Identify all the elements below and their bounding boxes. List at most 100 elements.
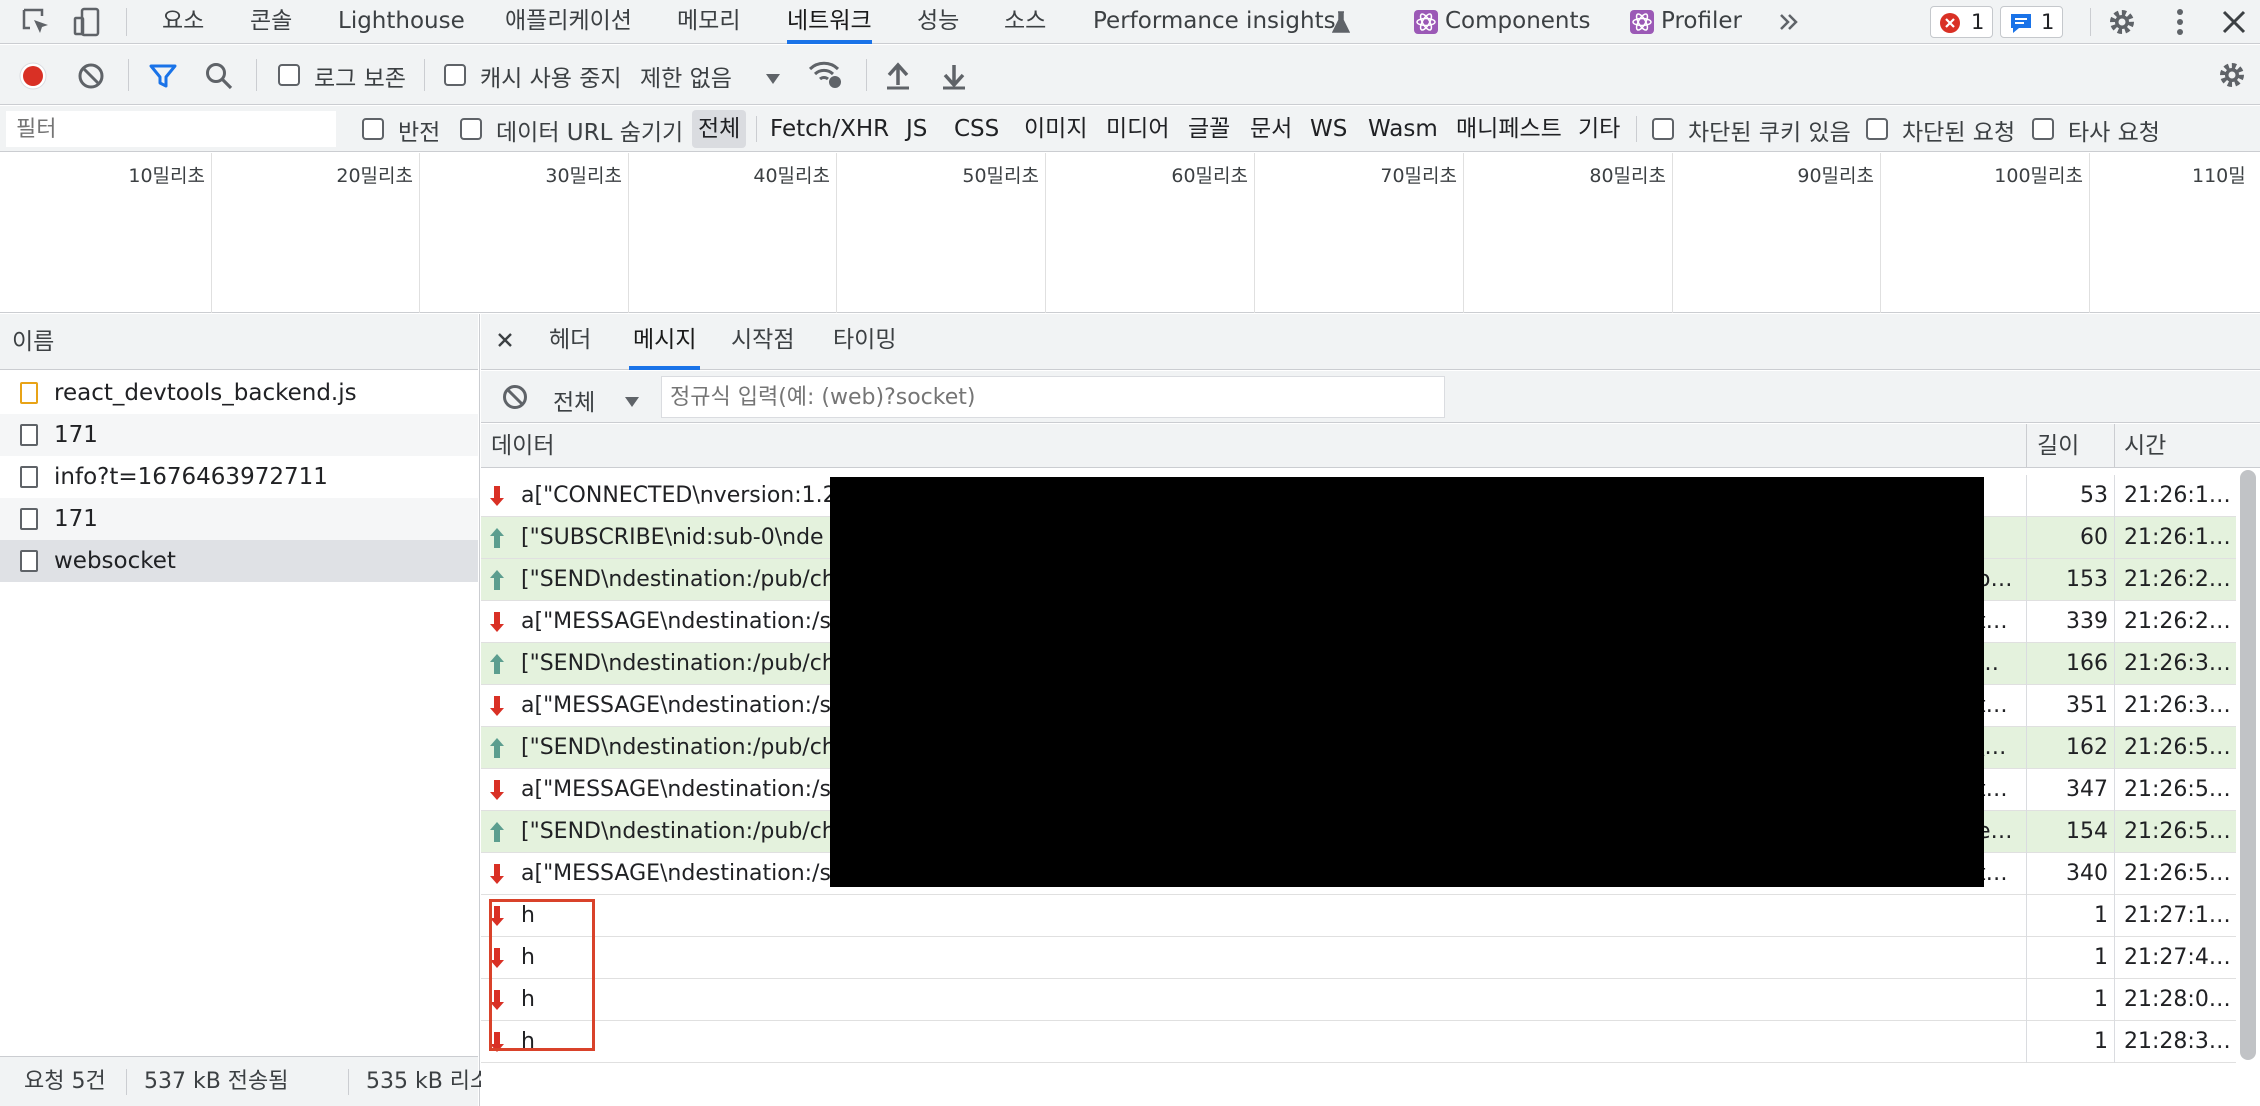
type-filter-images[interactable]: 이미지 bbox=[1024, 106, 1087, 152]
tab-application[interactable]: 애플리케이션 bbox=[505, 0, 632, 44]
type-filter-manifest[interactable]: 매니페스트 bbox=[1456, 106, 1562, 152]
tab-performance-insights[interactable]: Performance insights bbox=[1093, 0, 1336, 44]
type-filter-other[interactable]: 기타 bbox=[1578, 106, 1620, 152]
error-icon bbox=[1939, 12, 1961, 42]
toolbar-divider bbox=[2090, 8, 2091, 36]
tab-network[interactable]: 네트워크 bbox=[787, 0, 872, 44]
document-file-icon bbox=[20, 424, 38, 446]
message-length: 60 bbox=[2080, 525, 2108, 550]
import-har-icon[interactable] bbox=[884, 61, 912, 97]
name-column-header[interactable]: 이름 bbox=[0, 314, 478, 370]
tab-messages[interactable]: 메시지 bbox=[629, 314, 701, 370]
request-row[interactable]: 171 bbox=[0, 414, 478, 456]
timeline-gridline: 90밀리초 bbox=[1673, 153, 1881, 313]
blocked-requests-checkbox[interactable] bbox=[1866, 118, 1888, 140]
message-time: 21:26:5… bbox=[2124, 735, 2231, 760]
tab-components[interactable]: Components bbox=[1445, 0, 1591, 44]
third-party-label: 타사 요청 bbox=[2068, 120, 2160, 146]
type-filter-wasm[interactable]: Wasm bbox=[1368, 106, 1438, 152]
chevron-down-icon[interactable] bbox=[623, 390, 641, 415]
disable-cache-checkbox[interactable] bbox=[444, 64, 466, 86]
type-filter-ws[interactable]: WS bbox=[1310, 106, 1347, 152]
received-message-row[interactable]: h 1 21:28:0… bbox=[481, 979, 2236, 1021]
message-type-select[interactable]: 전체 bbox=[553, 383, 595, 417]
column-divider bbox=[2114, 853, 2115, 895]
tab-console[interactable]: 콘솔 bbox=[250, 0, 292, 44]
network-settings-gear-icon[interactable] bbox=[2216, 59, 2248, 97]
timeline-overview[interactable]: 10밀리초 20밀리초 30밀리초 40밀리초 50밀리초 60밀리초 70밀리… bbox=[0, 153, 2260, 313]
tab-initiator[interactable]: 시작점 bbox=[731, 314, 794, 370]
kebab-menu-icon[interactable] bbox=[2164, 6, 2196, 44]
clear-icon[interactable] bbox=[76, 61, 106, 97]
request-count: 요청 5건 bbox=[24, 1069, 106, 1094]
timeline-label: 20밀리초 bbox=[336, 165, 413, 187]
blocked-cookies-checkbox[interactable] bbox=[1652, 118, 1674, 140]
filter-funnel-icon[interactable] bbox=[148, 61, 178, 97]
third-party-checkbox[interactable] bbox=[2032, 118, 2054, 140]
message-length: 166 bbox=[2066, 651, 2108, 676]
message-length: 53 bbox=[2080, 483, 2108, 508]
search-icon[interactable] bbox=[204, 61, 234, 97]
hide-data-urls-checkbox[interactable] bbox=[460, 118, 482, 140]
tab-timing[interactable]: 타이밍 bbox=[833, 314, 896, 370]
error-count-badge[interactable]: 1 bbox=[1930, 6, 1994, 38]
data-column-header[interactable]: 데이터 bbox=[491, 424, 554, 468]
close-icon[interactable] bbox=[495, 330, 515, 356]
type-filter-fonts[interactable]: 글꼴 bbox=[1188, 106, 1230, 152]
message-data: ["SEND\ndestination:/pub/ch bbox=[521, 819, 836, 844]
settings-gear-icon[interactable] bbox=[2106, 6, 2138, 44]
invert-checkbox[interactable] bbox=[362, 118, 384, 140]
request-row[interactable]: info?t=1676463972711 bbox=[0, 456, 478, 498]
column-divider bbox=[2026, 601, 2027, 643]
type-filter-fetch-xhr[interactable]: Fetch/XHR bbox=[770, 106, 889, 152]
length-column-header[interactable]: 길이 bbox=[2037, 424, 2079, 468]
message-regex-input[interactable] bbox=[661, 376, 1445, 418]
tab-sources[interactable]: 소스 bbox=[1004, 0, 1046, 44]
document-file-icon bbox=[20, 508, 38, 530]
request-row[interactable]: react_devtools_backend.js bbox=[0, 372, 478, 414]
tab-headers[interactable]: 헤더 bbox=[549, 314, 591, 370]
tab-memory[interactable]: 메모리 bbox=[677, 0, 740, 44]
close-devtools-icon[interactable] bbox=[2218, 6, 2250, 44]
type-filter-css[interactable]: CSS bbox=[954, 106, 999, 152]
timeline-label: 30밀리초 bbox=[545, 165, 622, 187]
received-message-row[interactable]: h 1 21:27:4… bbox=[481, 937, 2236, 979]
column-divider bbox=[2026, 979, 2027, 1021]
type-filter-media[interactable]: 미디어 bbox=[1106, 106, 1169, 152]
export-har-icon[interactable] bbox=[940, 61, 968, 97]
inspect-element-icon[interactable] bbox=[20, 6, 52, 44]
message-count-badge[interactable]: 1 bbox=[2000, 6, 2064, 38]
preserve-log-checkbox[interactable] bbox=[278, 64, 300, 86]
request-row[interactable]: 171 bbox=[0, 498, 478, 540]
type-filter-js[interactable]: JS bbox=[906, 106, 927, 152]
message-time: 21:26:2… bbox=[2124, 567, 2231, 592]
filter-input[interactable] bbox=[6, 111, 336, 147]
message-time: 21:26:5… bbox=[2124, 777, 2231, 802]
time-column-header[interactable]: 시간 bbox=[2124, 424, 2166, 468]
toolbar-divider bbox=[1636, 116, 1637, 142]
tab-performance[interactable]: 성능 bbox=[917, 0, 959, 44]
tab-lighthouse[interactable]: Lighthouse bbox=[338, 0, 465, 44]
message-time: 21:27:4… bbox=[2124, 945, 2231, 970]
hide-data-urls-label: 데이터 URL 숨기기 bbox=[496, 120, 684, 146]
arrow-down-icon bbox=[489, 685, 505, 727]
received-message-row[interactable]: h 1 21:27:1… bbox=[481, 895, 2236, 937]
message-length: 340 bbox=[2066, 861, 2108, 886]
type-filter-all[interactable]: 전체 bbox=[692, 110, 747, 148]
messages-scrollbar[interactable] bbox=[2240, 470, 2256, 1060]
request-row-selected[interactable]: websocket bbox=[0, 540, 478, 582]
summary-divider bbox=[126, 1069, 127, 1095]
type-filter-doc[interactable]: 문서 bbox=[1250, 106, 1292, 152]
device-toolbar-icon[interactable] bbox=[72, 6, 104, 44]
clear-messages-icon[interactable] bbox=[501, 383, 529, 417]
throttling-select[interactable]: 제한 없음 bbox=[640, 59, 732, 93]
more-tabs-icon[interactable] bbox=[1778, 8, 1800, 42]
chevron-down-icon[interactable] bbox=[764, 67, 782, 92]
received-message-row[interactable]: h 1 21:28:3… bbox=[481, 1021, 2236, 1063]
record-icon[interactable] bbox=[18, 61, 48, 97]
timeline-gridline: 10밀리초 bbox=[0, 153, 212, 313]
tab-elements[interactable]: 요소 bbox=[162, 0, 204, 44]
tab-profiler[interactable]: Profiler bbox=[1661, 0, 1742, 44]
message-time: 21:28:3… bbox=[2124, 1029, 2231, 1054]
network-conditions-icon[interactable] bbox=[808, 59, 844, 95]
